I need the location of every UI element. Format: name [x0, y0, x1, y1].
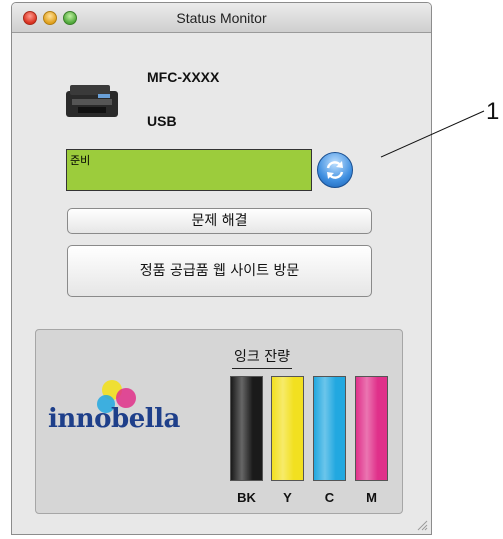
ink-label-y: Y [283, 490, 292, 505]
ink-bar-bk [230, 376, 263, 481]
visit-supplies-website-button[interactable]: 정품 공급품 웹 사이트 방문 [67, 245, 372, 297]
innobella-logo: innobella [44, 378, 204, 448]
status-display: 준비 [66, 149, 312, 191]
ink-fill-y [272, 377, 303, 480]
ink-bar-m [355, 376, 388, 481]
callout-number: 1 [486, 98, 500, 125]
ink-label-m: M [366, 490, 377, 505]
printer-icon [66, 85, 118, 117]
ink-label-c: C [324, 490, 335, 505]
ink-label-bk: BK [237, 490, 256, 505]
ink-fill-m [356, 377, 387, 480]
ink-fill-bk [231, 377, 262, 480]
ink-level-panel: 잉크 잔량 innobella BK Y C M [35, 329, 403, 514]
ink-level-title: 잉크 잔량 [232, 346, 292, 369]
ink-fill-c [314, 377, 345, 480]
resize-grip[interactable] [416, 519, 428, 531]
refresh-icon [326, 161, 344, 179]
device-model: MFC-XXXX [147, 69, 220, 85]
troubleshooting-button[interactable]: 문제 해결 [67, 208, 372, 234]
connection-type: USB [147, 113, 177, 129]
status-monitor-window: Status Monitor MFC-XXXX USB 준비 문제 해결 정품 … [11, 2, 432, 535]
title-bar[interactable]: Status Monitor [12, 3, 431, 33]
window-title: Status Monitor [176, 10, 267, 26]
ink-bar-y [271, 376, 304, 481]
ink-bar-c [313, 376, 346, 481]
refresh-button[interactable] [317, 152, 353, 188]
logo-text: innobella [48, 404, 180, 434]
